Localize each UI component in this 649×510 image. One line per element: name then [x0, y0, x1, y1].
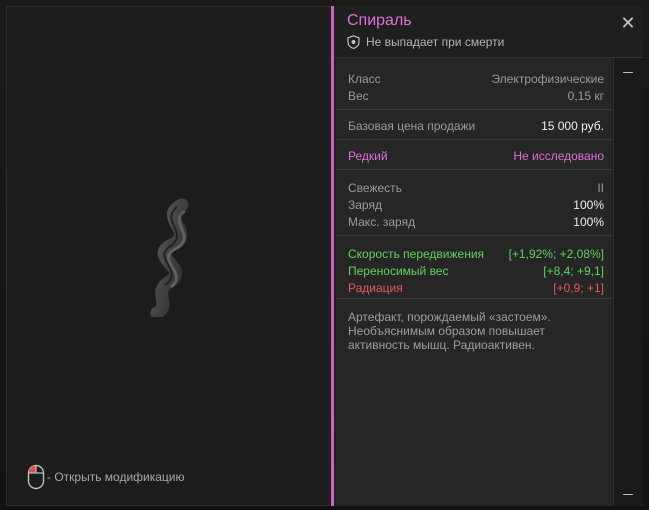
close-icon[interactable]: ✕	[619, 14, 637, 32]
price-section: Базовая цена продажи 15 000 руб.	[336, 110, 612, 140]
effect-value: [+8,4; +9,1]	[543, 263, 604, 278]
effect-value: [+1,92%; +2,08%]	[508, 246, 604, 261]
weight-value: 0,15 кг	[567, 88, 604, 103]
scrollbar[interactable]	[613, 58, 643, 506]
weight-label: Вес	[348, 88, 369, 103]
mouse-icon	[27, 464, 45, 490]
max-charge-label: Макс. заряд	[348, 214, 416, 229]
freshness-label: Свежесть	[348, 180, 402, 195]
basic-info-section: Класс Электрофизические Вес 0,15 кг	[336, 58, 612, 110]
rarity-row: Редкий Не исследовано	[348, 147, 604, 164]
effect-label: Переносимый вес	[348, 263, 449, 278]
drop-status: Не выпадает при смерти	[347, 35, 504, 49]
spiral-artifact-image	[150, 198, 189, 317]
effect-value: [+0,9; +1]	[553, 280, 604, 295]
freshness-value: II	[597, 180, 604, 195]
condition-section: Свежесть II Заряд 100% Макс. заряд 100%	[336, 170, 612, 236]
price-label: Базовая цена продажи	[348, 118, 476, 133]
class-value: Электрофизические	[491, 71, 604, 86]
scroll-up-icon[interactable]	[623, 72, 633, 73]
price-value: 15 000 руб.	[541, 118, 604, 133]
effects-section: Скорость передвижения [+1,92%; +2,08%] П…	[336, 236, 612, 299]
price-row: Базовая цена продажи 15 000 руб.	[348, 117, 604, 134]
research-status: Не исследовано	[513, 148, 604, 163]
effect-row: Радиация [+0,9; +1]	[348, 279, 604, 296]
charge-value: 100%	[573, 197, 604, 212]
item-info-panel: Спираль ✕ Не выпадает при смерти Класс Э…	[331, 6, 643, 506]
item-title: Спираль	[347, 12, 412, 29]
max-charge-row: Макс. заряд 100%	[348, 213, 604, 230]
shield-icon	[347, 35, 360, 49]
drop-status-text: Не выпадает при смерти	[366, 35, 505, 49]
class-label: Класс	[348, 71, 381, 86]
rarity-label: Редкий	[348, 148, 388, 163]
item-description: Артефакт, порождаемый «застоем». Необъяс…	[348, 310, 551, 352]
open-modification-hint: - Открыть модификацию	[27, 462, 185, 492]
weight-row: Вес 0,15 кг	[348, 87, 604, 104]
effect-row: Скорость передвижения [+1,92%; +2,08%]	[348, 245, 604, 262]
effect-label: Радиация	[348, 280, 403, 295]
scroll-down-icon[interactable]	[623, 494, 633, 495]
item-preview-panel: - Открыть модификацию	[6, 6, 330, 506]
effect-row: Переносимый вес [+8,4; +9,1]	[348, 262, 604, 279]
class-row: Класс Электрофизические	[348, 70, 604, 87]
freshness-row: Свежесть II	[348, 179, 604, 196]
stats-content: Класс Электрофизические Вес 0,15 кг Базо…	[336, 58, 612, 506]
hint-text: - Открыть модификацию	[47, 470, 185, 484]
charge-label: Заряд	[348, 197, 382, 212]
rarity-section: Редкий Не исследовано	[336, 140, 612, 170]
effect-label: Скорость передвижения	[348, 246, 485, 261]
max-charge-value: 100%	[573, 214, 604, 229]
charge-row: Заряд 100%	[348, 196, 604, 213]
